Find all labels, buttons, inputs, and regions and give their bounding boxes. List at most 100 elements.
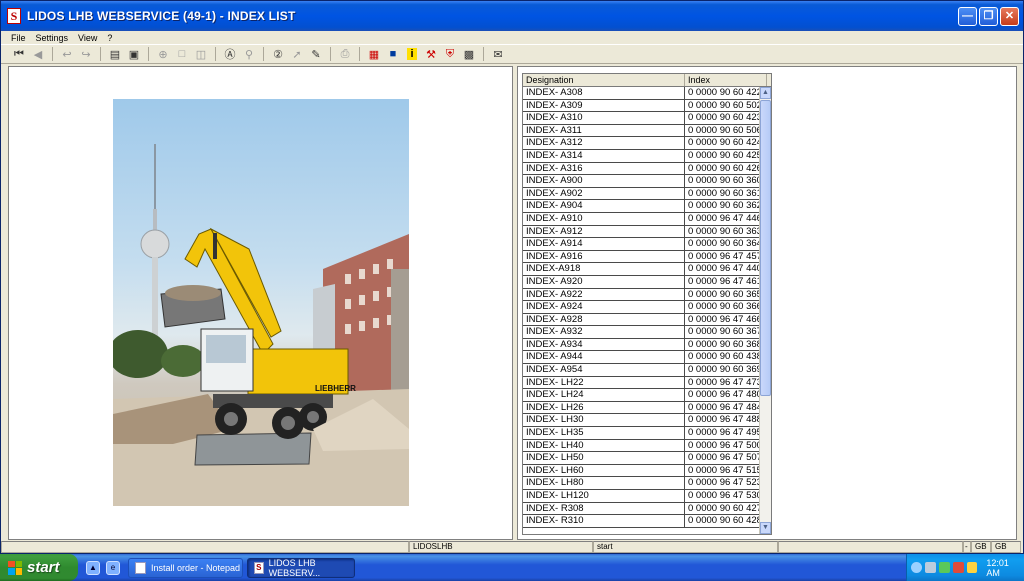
security-icon[interactable]: [938, 562, 950, 573]
edit-icon[interactable]: ✎: [308, 46, 324, 62]
table-row[interactable]: INDEX- A312 0 0000 90 60 424: [523, 137, 768, 150]
table-row[interactable]: INDEX- LH80 0 0000 96 47 523: [523, 477, 768, 490]
restore-button[interactable]: ❐: [979, 7, 998, 26]
taskbar-item-notepad[interactable]: Install order - Notepad: [128, 557, 243, 578]
status-cell-empty-2: [778, 541, 963, 553]
table-row[interactable]: INDEX- A912 0 0000 90 60 363: [523, 225, 768, 239]
search-next-icon[interactable]: ⚲: [241, 46, 257, 62]
cell-index: 0 0000 96 47 523: [685, 477, 768, 489]
cell-designation: INDEX- A312: [523, 137, 685, 149]
save-icon[interactable]: ▣: [126, 46, 142, 62]
table-row[interactable]: INDEX- A910 0 0000 96 47 446: [523, 212, 768, 226]
toolbar-separator: [215, 47, 216, 61]
tray-expand-icon[interactable]: [911, 562, 922, 573]
close-button[interactable]: ✕: [1000, 7, 1019, 26]
table-row[interactable]: INDEX- A932 0 0000 90 60 367: [523, 326, 768, 339]
table-row[interactable]: INDEX- A928 0 0000 96 47 466: [523, 313, 768, 327]
show-desktop-icon[interactable]: ▲: [86, 560, 100, 575]
table-row[interactable]: INDEX- A922 0 0000 90 60 365: [523, 288, 768, 302]
minimize-button[interactable]: —: [958, 7, 977, 26]
browser-icon[interactable]: e: [106, 560, 120, 575]
table-row[interactable]: INDEX- A311 0 0000 90 60 506: [523, 124, 768, 138]
status-bar: LIDOSLHB start - GB GB: [1, 541, 1023, 554]
table-row[interactable]: INDEX- LH35 0 0000 96 47 495: [523, 427, 768, 440]
print-icon[interactable]: ▤: [107, 46, 123, 62]
table-row[interactable]: INDEX- A316 0 0000 90 60 426: [523, 162, 768, 176]
table-row[interactable]: INDEX- A934 0 0000 90 60 368: [523, 338, 768, 352]
parts-list-icon[interactable]: ▦: [366, 46, 382, 62]
cell-index: 0 0000 90 60 363: [685, 225, 768, 238]
table-row[interactable]: INDEX-A918 0 0000 96 47 440: [523, 263, 768, 276]
table-row[interactable]: INDEX- A310 0 0000 90 60 423: [523, 112, 768, 125]
first-page-icon[interactable]: ⏮: [11, 46, 27, 62]
table-row[interactable]: INDEX- A904 0 0000 90 60 362: [523, 200, 768, 213]
table-row[interactable]: INDEX- R310 0 0000 90 60 428: [523, 515, 768, 528]
help-icon[interactable]: ②: [270, 46, 286, 62]
shield-icon[interactable]: ⛨: [442, 46, 458, 62]
back-icon[interactable]: ↩: [59, 46, 75, 62]
scrollbar-thumb[interactable]: [760, 100, 771, 396]
table-row[interactable]: INDEX- R308 0 0000 90 60 427: [523, 502, 768, 516]
cursor-icon[interactable]: ➚: [289, 46, 305, 62]
column-header-designation[interactable]: Designation: [523, 74, 685, 86]
forward-icon[interactable]: ↪: [78, 46, 94, 62]
table-row[interactable]: INDEX- A309 0 0000 90 60 502: [523, 99, 768, 113]
menu-help[interactable]: ?: [107, 33, 112, 43]
cell-designation: INDEX- A910: [523, 212, 685, 225]
table-row[interactable]: INDEX- A924 0 0000 90 60 366: [523, 301, 768, 314]
cell-index: 0 0000 90 60 425: [685, 149, 768, 162]
table-row[interactable]: INDEX- A308 0 0000 90 60 422: [523, 87, 768, 100]
cell-designation: INDEX- A310: [523, 112, 685, 124]
table-row[interactable]: INDEX- LH26 0 0000 96 47 484: [523, 401, 768, 415]
table-row[interactable]: INDEX- A902 0 0000 90 60 361: [523, 187, 768, 201]
status-database: LIDOSLHB: [409, 541, 593, 553]
cell-index: 0 0000 90 60 427: [685, 502, 768, 515]
zoom-in-icon[interactable]: ⊕: [155, 46, 171, 62]
info-icon[interactable]: i: [404, 46, 420, 62]
menu-file[interactable]: File: [11, 33, 26, 43]
printer-icon[interactable]: ⎙: [337, 46, 353, 62]
volume-icon[interactable]: [966, 562, 978, 573]
chart-icon[interactable]: ▩: [461, 46, 477, 62]
scroll-up-button[interactable]: ▲: [760, 87, 771, 99]
toolbar-separator: [52, 47, 53, 61]
menu-settings[interactable]: Settings: [36, 33, 69, 43]
table-row[interactable]: INDEX- LH40 0 0000 96 47 500: [523, 439, 768, 453]
cell-designation: INDEX- A309: [523, 99, 685, 112]
taskbar-item-lidos[interactable]: S LIDOS LHB WEBSERV...: [247, 557, 355, 578]
toolbar-separator: [100, 47, 101, 61]
cell-designation: INDEX- R310: [523, 515, 685, 527]
title-bar[interactable]: S LIDOS LHB WEBSERVICE (49-1) - INDEX LI…: [1, 1, 1023, 31]
table-row[interactable]: INDEX- A954 0 0000 90 60 369: [523, 364, 768, 377]
prev-page-icon[interactable]: ◀: [30, 46, 46, 62]
search-icon[interactable]: Ⓐ: [222, 46, 238, 62]
clock[interactable]: 12:01 AM: [986, 558, 1024, 578]
table-row[interactable]: INDEX- LH30 0 0000 96 47 488: [523, 414, 768, 428]
table-row[interactable]: INDEX- A944 0 0000 90 60 438: [523, 351, 768, 365]
menu-view[interactable]: View: [78, 33, 97, 43]
table-row[interactable]: INDEX- A920 0 0000 96 47 461: [523, 275, 768, 289]
alert-icon[interactable]: [952, 562, 964, 573]
table-row[interactable]: INDEX- LH24 0 0000 96 47 480: [523, 389, 768, 402]
vertical-scrollbar[interactable]: ▲ ▼: [759, 87, 771, 534]
tools-icon[interactable]: ⚒: [423, 46, 439, 62]
scroll-down-button[interactable]: ▼: [760, 522, 771, 534]
start-button[interactable]: start: [0, 554, 78, 581]
network-icon[interactable]: [924, 562, 936, 573]
table-row[interactable]: INDEX- A900 0 0000 90 60 360: [523, 175, 768, 188]
table-row[interactable]: INDEX- A916 0 0000 96 47 457: [523, 250, 768, 264]
cell-designation: INDEX- LH24: [523, 389, 685, 401]
cell-designation: INDEX- LH120: [523, 490, 685, 502]
table-row[interactable]: INDEX- LH22 0 0000 96 47 473: [523, 376, 768, 390]
cell-designation: INDEX- LH30: [523, 414, 685, 427]
stop-icon[interactable]: ■: [385, 46, 401, 62]
table-row[interactable]: INDEX- A314 0 0000 90 60 425: [523, 149, 768, 163]
fit-width-icon[interactable]: ◫: [193, 46, 209, 62]
table-row[interactable]: INDEX- A914 0 0000 90 60 364: [523, 238, 768, 251]
table-row[interactable]: INDEX- LH120 0 0000 96 47 530: [523, 490, 768, 503]
column-header-index[interactable]: Index: [685, 74, 767, 86]
mail-icon[interactable]: ✉: [490, 46, 506, 62]
table-row[interactable]: INDEX- LH50 0 0000 96 47 507: [523, 452, 768, 465]
fit-page-icon[interactable]: □: [174, 46, 190, 62]
table-row[interactable]: INDEX- LH60 0 0000 96 47 515: [523, 464, 768, 478]
